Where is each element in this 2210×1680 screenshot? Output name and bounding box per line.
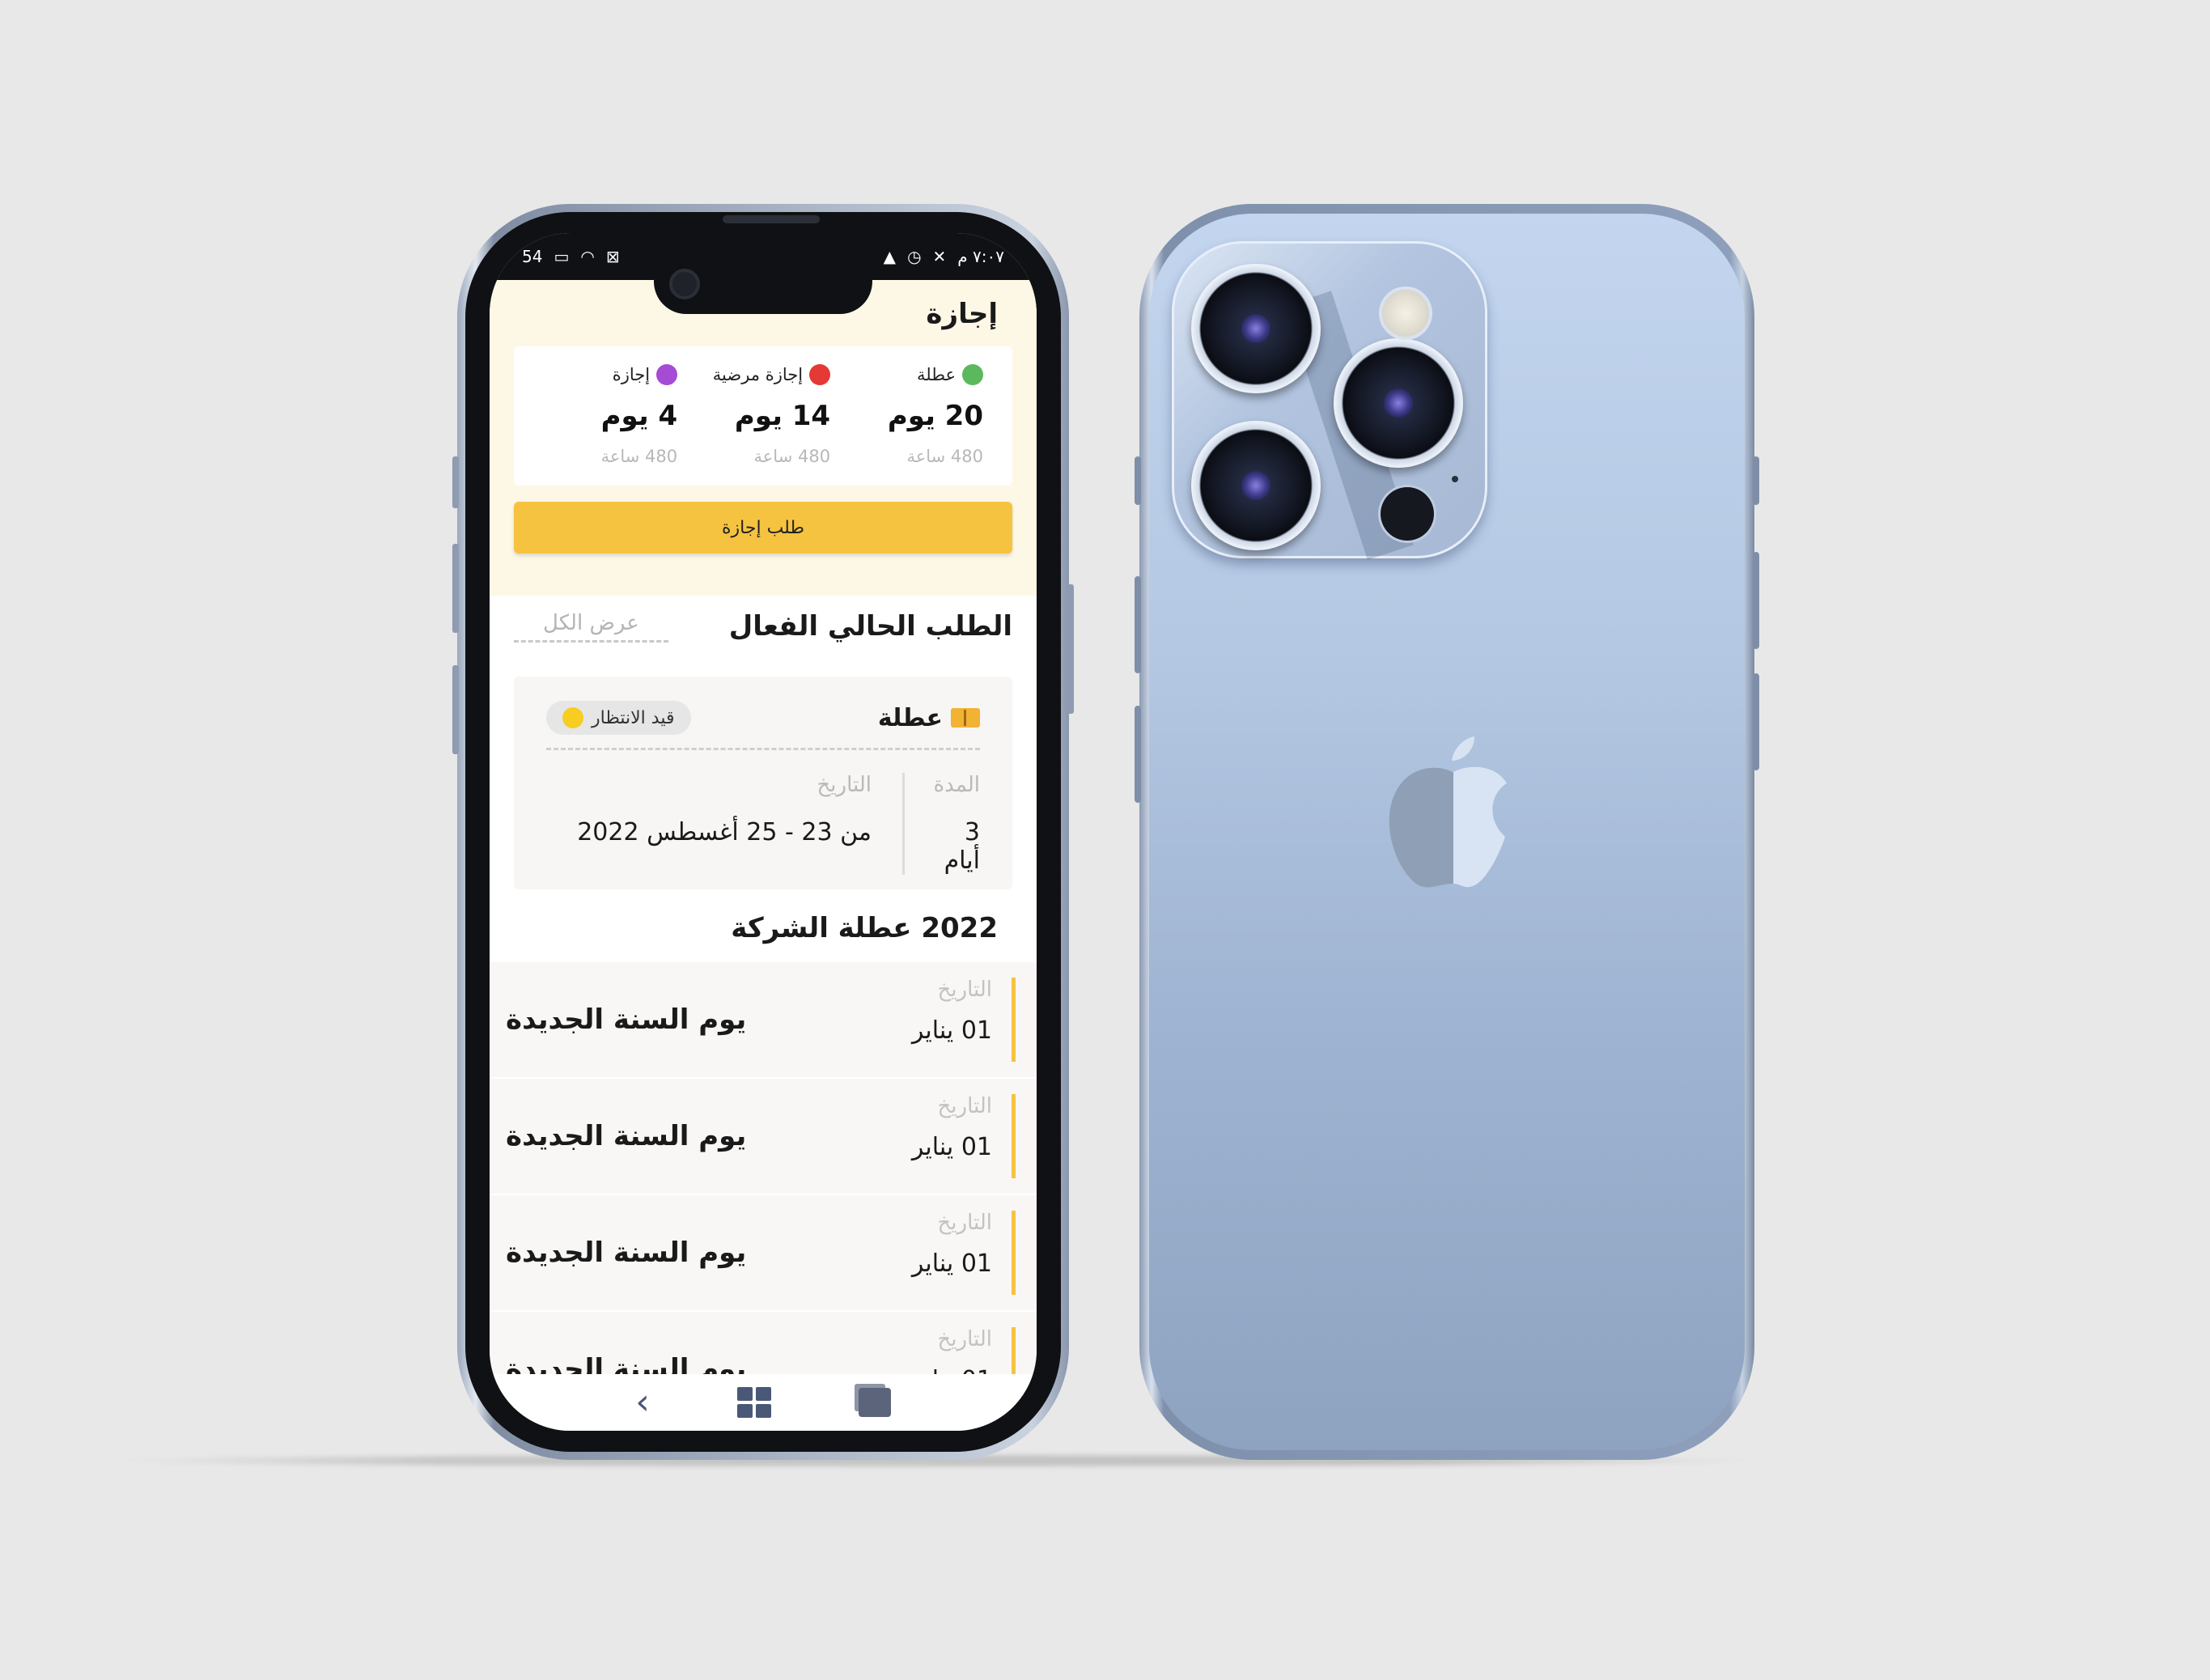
holiday-name: يوم السنة الجديدة [506,1120,747,1152]
status-left-text: 54 [522,247,543,266]
active-request-top: عطلة قيد الانتظار [546,701,980,750]
balance-type-label: إجازة مرضية [712,365,804,384]
leave-type-label: عطلة [877,703,943,732]
iphone-side-button [1753,456,1759,505]
mockup-stage: 54 ▭ ◠ ⊠ ▲ ◷ ✕ ٧:٠٧ م إجازة عطلة 20 يوم … [0,0,2210,1680]
microphone-hole [1452,476,1458,482]
status-badge-label: قيد الانتظار [592,707,675,728]
iphone-back-panel [1149,214,1745,1450]
battery-icon: ▭ [554,247,570,266]
balance-type-label: عطلة [917,365,956,384]
leave-type: عطلة [878,704,980,732]
green-dot-icon [962,364,983,385]
camera-lens-icon [1191,264,1321,393]
camera-lens-icon [1191,421,1321,550]
balance-type: عطلة [849,364,983,385]
view-all-link[interactable]: عرض الكل [514,611,668,643]
balance-leave[interactable]: إجازة 4 يوم 480 ساعة [535,364,685,466]
recents-icon[interactable] [858,1388,891,1417]
balance-vacation[interactable]: عطلة 20 يوم 480 ساعة [841,364,991,466]
duration-label: المدة [933,773,980,797]
balance-sick[interactable]: إجازة مرضية 14 يوم 480 ساعة [688,364,838,466]
holiday-date: التاريخ 01 يناير [912,1211,1016,1295]
iphone-side-button [1135,456,1141,505]
mute-icon: ✕ [932,247,947,266]
bell-icon: ▲ [883,247,897,266]
yellow-dot-icon [562,707,583,728]
status-badge: قيد الانتظار [546,701,691,735]
request-leave-button[interactable]: طلب إجازة [514,502,1012,554]
lidar-sensor [1381,487,1434,541]
balance-type: إجازة مرضية [696,364,831,385]
company-holidays-title: 2022 عطلة الشركة [731,912,998,944]
balance-hours: 480 ساعة [906,447,983,466]
balance-card: عطلة 20 يوم 480 ساعة إجازة مرضية 14 يوم … [514,346,1012,486]
purple-dot-icon [656,364,678,385]
status-right-text: ٧:٠٧ م [957,247,1004,266]
balance-type: إجازة [543,364,678,385]
holiday-list: التاريخ 01 يناير يوم السنة الجديدة التار… [490,962,1037,1428]
back-icon[interactable]: ‹ [635,1385,650,1420]
holiday-date: التاريخ 01 يناير [912,978,1016,1062]
camera-module [1172,241,1487,560]
phone-side-button [452,544,459,633]
home-icon[interactable] [736,1387,771,1418]
iphone-side-button [1753,552,1759,649]
holiday-row[interactable]: التاريخ 01 يناير يوم السنة الجديدة [490,1079,1037,1195]
holiday-name: يوم السنة الجديدة [506,1237,747,1269]
close-box-icon: ⊠ [605,247,620,266]
holiday-date-label: التاريخ [937,978,993,1002]
earpiece-speaker [723,215,820,223]
status-left: 54 ▭ ◠ ⊠ [522,247,620,266]
holiday-date-value: 01 يناير [911,1016,992,1045]
holiday-date-label: التاريخ [937,1327,993,1351]
balance-days: 20 يوم [887,400,983,432]
active-request-header: الطلب الحالي الفعال عرض الكل [490,596,1037,643]
date-column: التاريخ من 23 - 25 أغسطس 2022 [577,773,902,875]
status-right: ▲ ◷ ✕ ٧:٠٧ م [884,247,1004,266]
iphone-side-button [1135,706,1141,803]
phone-side-button [452,665,459,754]
holiday-date-label: التاريخ [937,1094,993,1118]
leave-app: إجازة عطلة 20 يوم 480 ساعة إجازة مرضية 1… [490,280,1037,1431]
apple-logo-icon [1389,736,1507,888]
iphone-side-button [1753,673,1759,770]
alarm-icon: ◷ [907,247,922,266]
red-dot-icon [809,364,831,385]
flash-icon [1379,286,1432,340]
balance-hours: 480 ساعة [753,447,831,466]
holiday-date-value: 01 يناير [911,1133,992,1161]
phone-side-button [1067,584,1074,714]
wifi-icon: ◠ [580,247,595,266]
duration-column: المدة 3 أيام [902,773,980,875]
balance-days: 4 يوم [600,400,678,432]
balance-type-label: إجازة [612,365,651,384]
balance-days: 14 يوم [734,400,831,432]
active-request-details: المدة 3 أيام التاريخ من 23 - 25 أغسطس 20… [546,750,980,875]
balance-hours: 480 ساعة [600,447,678,466]
date-value: من 23 - 25 أغسطس 2022 [577,818,872,846]
android-nav-bar: ‹ [490,1374,1037,1431]
front-camera [669,269,700,299]
holiday-row[interactable]: التاريخ 01 يناير يوم السنة الجديدة [490,1195,1037,1312]
iphone-back [1135,204,1759,1460]
android-phone: 54 ▭ ◠ ⊠ ▲ ◷ ✕ ٧:٠٧ م إجازة عطلة 20 يوم … [452,204,1074,1460]
active-request-card[interactable]: عطلة قيد الانتظار المدة 3 أيام التاريخ م… [514,677,1012,889]
phone-bezel: 54 ▭ ◠ ⊠ ▲ ◷ ✕ ٧:٠٧ م إجازة عطلة 20 يوم … [465,212,1061,1452]
holiday-date-value: 01 يناير [911,1249,992,1278]
holiday-date: التاريخ 01 يناير [912,1094,1016,1178]
holiday-name: يوم السنة الجديدة [506,1003,747,1036]
duration-value: 3 أيام [944,818,980,875]
holiday-row[interactable]: التاريخ 01 يناير يوم السنة الجديدة [490,962,1037,1079]
phone-screen: 54 ▭ ◠ ⊠ ▲ ◷ ✕ ٧:٠٧ م إجازة عطلة 20 يوم … [490,233,1037,1431]
date-label: التاريخ [817,773,872,797]
active-request-title: الطلب الحالي الفعال [728,610,1012,643]
camera-lens-icon [1334,338,1463,468]
balance-section: إجازة عطلة 20 يوم 480 ساعة إجازة مرضية 1… [490,280,1037,596]
book-icon [951,708,980,728]
iphone-side-button [1135,576,1141,673]
phone-side-button [452,456,459,508]
holiday-date-label: التاريخ [937,1211,993,1235]
